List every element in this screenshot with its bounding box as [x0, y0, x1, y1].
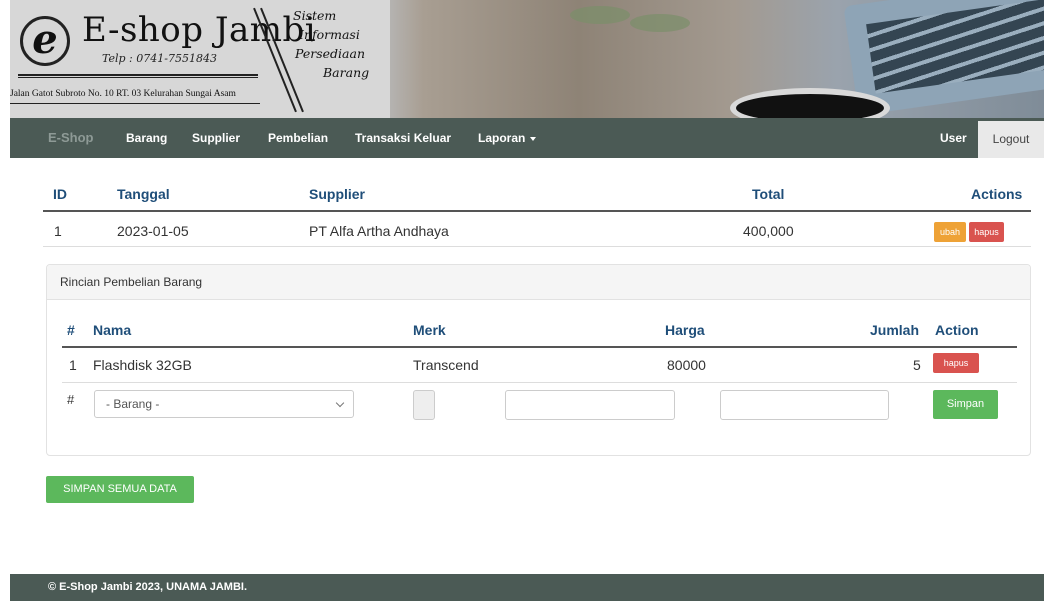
nav-item-user[interactable]: User [940, 118, 967, 158]
cell-nama: Flashdisk 32GB [93, 357, 192, 373]
banner-logo-card: e E-shop Jambi Telp : 0741-7551843 Jalan… [10, 0, 390, 118]
logout-button[interactable]: Logout [978, 121, 1044, 158]
banner-photo-leaf [630, 14, 690, 32]
cell-total: 400,000 [743, 223, 794, 239]
cell-merk: Transcend [413, 357, 479, 373]
cell-num: 1 [69, 357, 77, 373]
nav-brand[interactable]: E-Shop [48, 118, 94, 158]
cell-tanggal: 2023-01-05 [117, 223, 189, 239]
nav-item-barang[interactable]: Barang [126, 118, 167, 158]
column-header-jumlah: Jumlah [870, 322, 920, 338]
cell-supplier: PT Alfa Artha Andhaya [309, 223, 449, 239]
cell-id: 1 [54, 223, 62, 239]
purchase-detail-panel: Rincian Pembelian Barang # Nama Merk Har… [46, 264, 1031, 456]
table-row-divider [43, 246, 1031, 247]
header-banner: e E-shop Jambi Telp : 0741-7551843 Jalan… [10, 0, 1044, 118]
table-header-divider [62, 346, 1017, 348]
footer: © E-Shop Jambi 2023, UNAMA JAMBI. [10, 574, 1044, 601]
caret-down-icon [530, 136, 537, 141]
jumlah-input[interactable] [720, 390, 889, 420]
banner-photo-leaf [570, 6, 630, 24]
merk-input[interactable] [413, 390, 435, 420]
nav-item-supplier[interactable]: Supplier [192, 118, 240, 158]
save-all-button[interactable]: SIMPAN SEMUA DATA [46, 476, 194, 503]
harga-input[interactable] [505, 390, 675, 420]
barang-select[interactable]: - Barang - [94, 390, 354, 418]
shop-name: E-shop Jambi [82, 10, 317, 50]
tagline-line: Informasi [299, 27, 360, 42]
column-header-num: # [67, 322, 75, 338]
nav-item-pembelian[interactable]: Pembelian [268, 118, 328, 158]
column-header-actions: Actions [971, 186, 1023, 202]
column-header-merk: Merk [413, 322, 446, 338]
tagline-line: Sistem [293, 8, 337, 23]
new-row-marker: # [67, 392, 75, 407]
shop-phone: Telp : 0741-7551843 [102, 52, 217, 65]
column-header-harga: Harga [665, 322, 705, 338]
delete-purchase-button[interactable]: hapus [969, 222, 1004, 242]
edit-button[interactable]: ubah [934, 222, 966, 242]
chevron-down-icon [335, 398, 345, 408]
barang-select-value: - Barang - [106, 397, 160, 411]
banner-divider [18, 77, 258, 78]
column-header-action: Action [935, 322, 979, 338]
tagline-line: Barang [323, 65, 370, 80]
delete-item-button[interactable]: hapus [933, 353, 979, 373]
nav-item-laporan[interactable]: Laporan [478, 118, 537, 158]
column-header-supplier: Supplier [309, 186, 366, 202]
shop-logo-icon: e [20, 16, 70, 66]
nav-item-transaksi-keluar[interactable]: Transaksi Keluar [355, 118, 451, 158]
cell-harga: 80000 [667, 357, 706, 373]
shop-address: Jalan Gatot Subroto No. 10 RT. 03 Kelura… [10, 89, 236, 99]
cell-jumlah: 5 [913, 357, 921, 373]
column-header-id: ID [53, 186, 67, 202]
tagline-line: Persediaan [295, 46, 365, 61]
table-row-divider [62, 382, 1017, 383]
banner-divider [10, 103, 260, 104]
simpan-button[interactable]: Simpan [933, 390, 998, 419]
table-header-divider [43, 210, 1031, 212]
column-header-tanggal: Tanggal [117, 186, 170, 202]
navbar: E-Shop Barang Supplier Pembelian Transak… [10, 118, 1044, 158]
column-header-nama: Nama [93, 322, 132, 338]
banner-divider [18, 74, 258, 76]
system-tagline: Sistem Informasi Persediaan Barang [293, 6, 369, 82]
panel-title: Rincian Pembelian Barang [47, 265, 1030, 300]
column-header-total: Total [752, 186, 785, 202]
nav-item-laporan-label: Laporan [478, 131, 526, 145]
